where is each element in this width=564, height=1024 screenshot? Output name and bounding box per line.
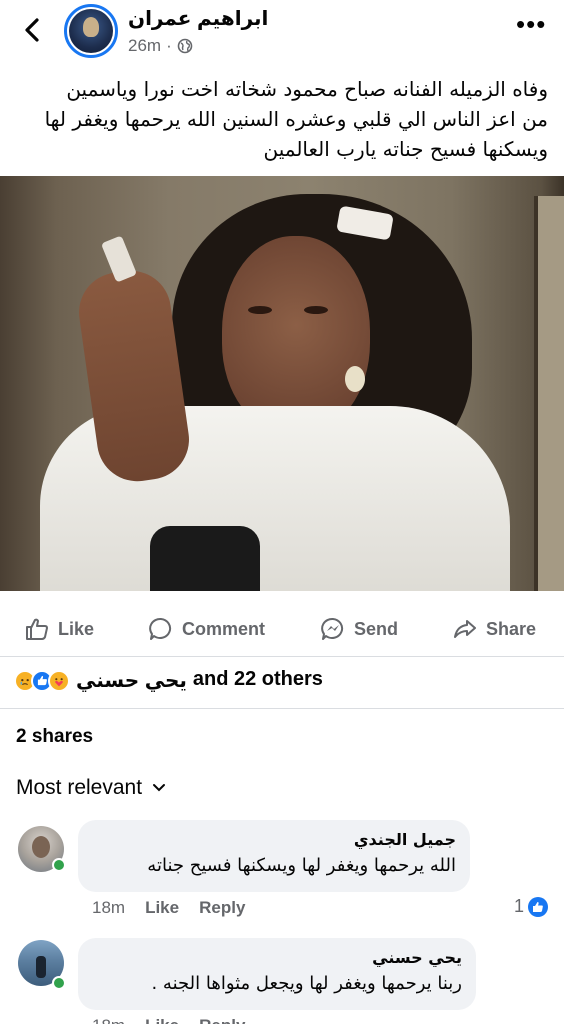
send-button[interactable]: Send xyxy=(320,616,398,642)
comment-like-button[interactable]: Like xyxy=(145,1016,179,1024)
globe-icon xyxy=(177,38,193,54)
comment-text: الله يرحمها ويغفر لها ويسكنها فسيح جناته xyxy=(147,855,456,876)
like-label: Like xyxy=(58,618,95,639)
more-options-button[interactable]: ••• xyxy=(516,11,546,38)
post-meta: 26m · xyxy=(128,36,193,56)
shares-count[interactable]: 2 shares xyxy=(16,726,93,748)
share-arrow-icon xyxy=(454,620,476,638)
comment-meta: 18m Like Reply xyxy=(92,1016,245,1024)
comment-button[interactable]: Comment xyxy=(148,616,265,642)
divider xyxy=(0,656,564,657)
reaction-icons xyxy=(14,669,70,692)
comment-bubble[interactable]: جميل الجندي الله يرحمها ويغفر لها ويسكنه… xyxy=(78,820,470,892)
share-button[interactable]: Share xyxy=(452,616,536,642)
comment-text: ربنا يرحمها ويغفر لها ويجعل مثواها الجنه… xyxy=(151,973,462,994)
chevron-left-icon xyxy=(25,18,39,42)
post-header: ابراهيم عمران 26m · ••• xyxy=(0,0,564,62)
photo-background xyxy=(534,196,564,591)
send-label: Send xyxy=(354,618,399,639)
comment-bubble-icon xyxy=(149,617,172,640)
back-button[interactable] xyxy=(18,14,46,46)
like-button[interactable]: Like xyxy=(24,616,94,642)
reaction-others: and 22 others xyxy=(192,668,323,690)
facebook-post-page: ابراهيم عمران 26m · ••• وفاه الزميله الف… xyxy=(0,0,564,1024)
reaction-text: يحي حسني and 22 others xyxy=(76,668,323,693)
comment-bubble[interactable]: يحي حسني ربنا يرحمها ويغفر لها ويجعل مثو… xyxy=(78,938,476,1010)
comment-like-button[interactable]: Like xyxy=(145,898,179,918)
photo-earring xyxy=(345,366,365,392)
thumbs-up-icon xyxy=(26,618,48,640)
photo-eye xyxy=(248,306,272,314)
online-status-dot xyxy=(52,858,66,872)
comment-reply-button[interactable]: Reply xyxy=(199,1016,245,1024)
messenger-icon xyxy=(321,617,344,640)
meta-separator: · xyxy=(166,36,172,55)
comment-label: Comment xyxy=(182,618,266,639)
caption-line: من اعز الناس الي قلبي وعشره السنين الله … xyxy=(44,107,548,131)
author-avatar[interactable] xyxy=(64,4,118,58)
sort-label: Most relevant xyxy=(16,776,143,799)
avatar-image xyxy=(69,9,113,53)
like-icon xyxy=(528,896,548,917)
photo-eye xyxy=(304,306,328,314)
comment-time[interactable]: 18m xyxy=(92,898,125,918)
comment-sort-dropdown[interactable]: Most relevant xyxy=(16,776,166,800)
post-actions-bar: Like Comment Send Share xyxy=(0,606,564,652)
post-photo[interactable] xyxy=(0,176,564,591)
comment-time[interactable]: 18m xyxy=(92,1016,125,1024)
share-label: Share xyxy=(486,618,537,639)
caption-line: وفاه الزميله الفنانه صباح محمود شخاته اخ… xyxy=(66,77,548,101)
chevron-down-icon xyxy=(153,784,166,792)
divider xyxy=(0,708,564,709)
caption-line: ويسكنها فسيح جناته يارب العالمين xyxy=(263,137,548,161)
online-status-dot xyxy=(52,976,66,990)
commenter-name[interactable]: جميل الجندي xyxy=(92,830,456,849)
post-time[interactable]: 26m xyxy=(128,36,161,56)
comment-reply-button[interactable]: Reply xyxy=(199,898,245,918)
care-icon xyxy=(48,669,70,692)
photo-face xyxy=(222,236,370,434)
photo-dress xyxy=(150,526,260,591)
comment-meta: 18m Like Reply xyxy=(92,898,245,918)
comment-reaction-count[interactable]: 1 xyxy=(514,896,548,917)
commenter-name[interactable]: يحي حسني xyxy=(92,948,462,967)
more-dots-icon: ••• xyxy=(516,9,547,39)
author-name[interactable]: ابراهيم عمران xyxy=(128,6,268,31)
post-caption: وفاه الزميله الفنانه صباح محمود شخاته اخ… xyxy=(18,74,548,164)
reaction-name: يحي حسني xyxy=(76,670,187,692)
comment-likes-count: 1 xyxy=(513,896,524,916)
reactions-summary[interactable]: يحي حسني and 22 others xyxy=(14,668,323,693)
